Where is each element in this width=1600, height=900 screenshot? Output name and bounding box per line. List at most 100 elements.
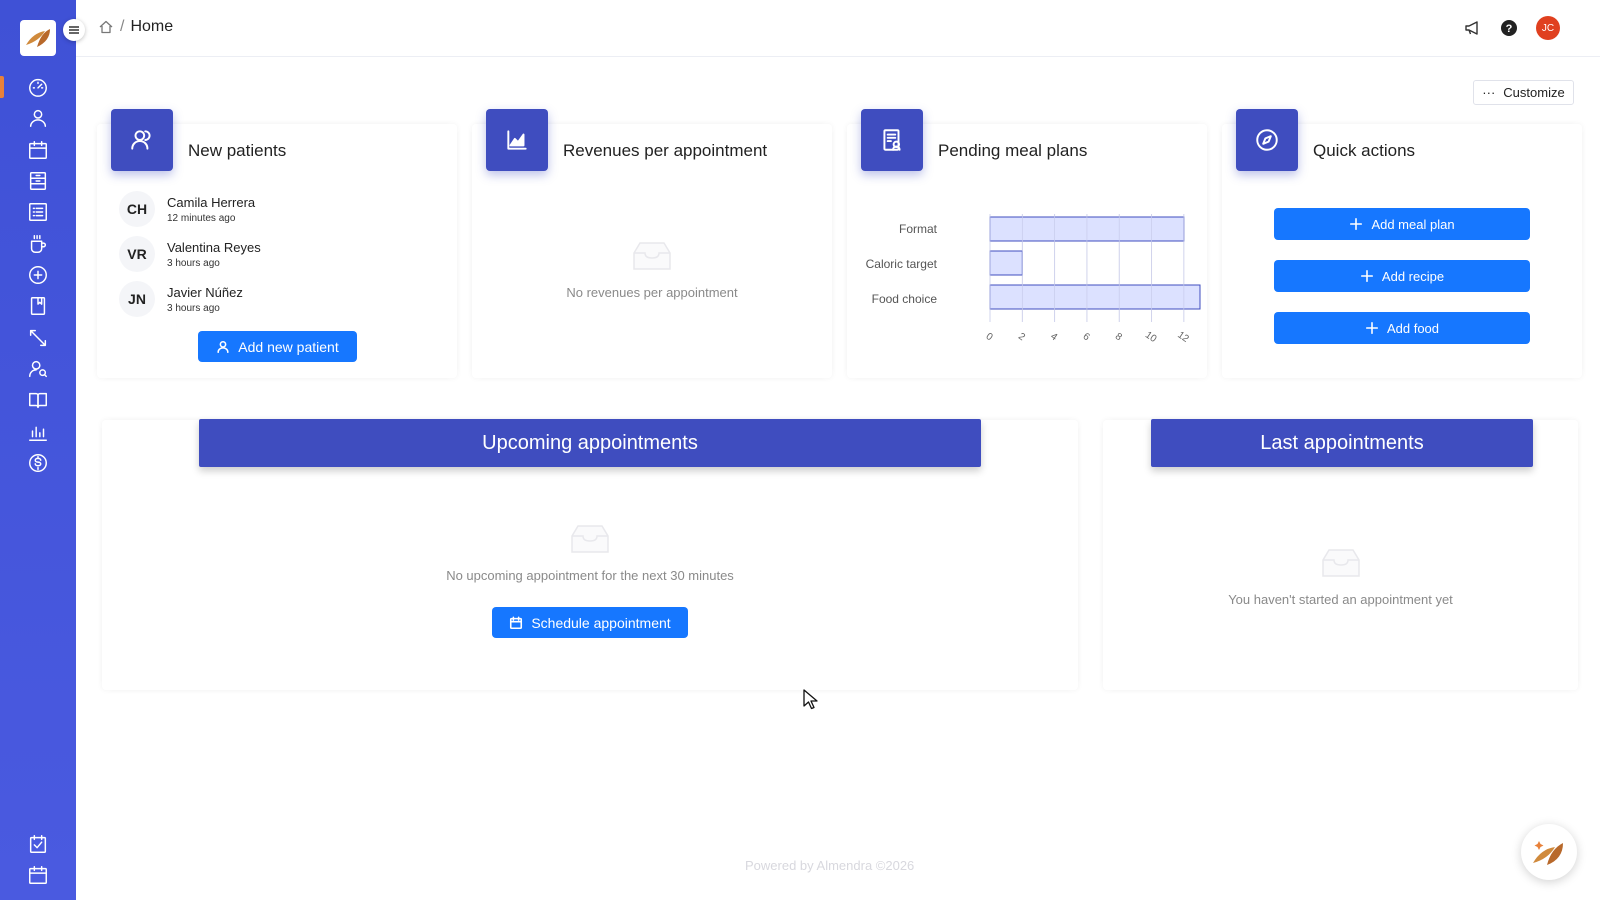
add-circle-icon[interactable] — [26, 263, 50, 287]
button-label: Add meal plan — [1371, 216, 1455, 232]
meal-plans-card: Pending meal plans Format Caloric target… — [847, 109, 1207, 378]
patient-name: Camila Herrera — [167, 194, 256, 210]
chart-tick-label: 12 — [1175, 330, 1191, 346]
chart-category-label: Caloric target — [865, 257, 937, 271]
meal-plans-bar-chart: 0 2 4 6 8 10 12 — [985, 214, 1201, 346]
chart-tick-label: 10 — [1143, 330, 1159, 346]
compass-card-icon — [1236, 109, 1298, 171]
almond-sparkle-icon — [1533, 841, 1563, 865]
empty-text: No upcoming appointment for the next 30 … — [446, 568, 734, 583]
footer-text: Powered by Almendra ©2026 — [745, 858, 915, 873]
add-food-button[interactable]: Add food — [1274, 312, 1530, 344]
add-meal-plan-button[interactable]: Add meal plan — [1274, 208, 1530, 240]
megaphone-icon[interactable] — [1464, 19, 1482, 37]
mug-icon[interactable] — [26, 232, 50, 256]
help-icon[interactable]: ? — [1500, 19, 1518, 37]
calendar-icon[interactable] — [26, 138, 50, 162]
chart-tick-label: 4 — [1048, 331, 1059, 343]
empty-inbox-icon — [1321, 549, 1360, 577]
button-label: Add food — [1386, 320, 1440, 336]
plus-icon — [1365, 321, 1379, 335]
active-nav-marker — [0, 76, 4, 98]
card-title: Quick actions — [1313, 141, 1416, 160]
chart-tick-label: 2 — [1016, 331, 1027, 343]
patients-icon[interactable] — [26, 106, 50, 130]
plus-icon — [1360, 269, 1373, 283]
empty-inbox-icon — [571, 525, 609, 553]
dollar-icon[interactable] — [26, 451, 50, 475]
empty-text: No revenues per appointment — [566, 285, 738, 300]
sidebar — [0, 0, 76, 900]
home-icon[interactable] — [98, 19, 114, 35]
patient-time: 3 hours ago — [167, 257, 220, 269]
patients-card-icon — [111, 109, 173, 171]
patient-avatar: CH — [119, 191, 155, 227]
patient-list-item[interactable]: VR Valentina Reyes 3 hours ago — [119, 236, 261, 272]
bar-chart-icon[interactable] — [26, 420, 50, 444]
empty-state: No revenues per appointment — [472, 239, 832, 300]
empty-text: You haven't started an appointment yet — [1228, 592, 1453, 607]
list-icon[interactable] — [26, 200, 50, 224]
ruler-icon[interactable] — [26, 326, 50, 350]
user-add-icon — [217, 340, 229, 353]
new-patients-card: New patients CH Camila Herrera 12 minute… — [97, 109, 457, 378]
dashboard-icon[interactable] — [26, 75, 50, 99]
button-label: Schedule appointment — [531, 614, 671, 631]
meal-plan-card-icon — [861, 109, 923, 171]
last-appointments-panel: Last appointments You haven't started an… — [1103, 419, 1578, 690]
quick-actions-card: Quick actions Add meal plan Add recipe A… — [1222, 109, 1582, 378]
more-dots-icon: ··· — [1482, 85, 1496, 100]
breadcrumb: / Home — [98, 18, 173, 36]
plus-icon — [1350, 217, 1363, 231]
upcoming-appointments-panel: Upcoming appointments No upcoming appoin… — [102, 419, 1078, 690]
book-icon[interactable] — [26, 388, 50, 412]
button-label: Add new patient — [238, 338, 339, 355]
chart-category-label: Food choice — [871, 292, 937, 306]
breadcrumb-current: Home — [130, 18, 174, 35]
card-title: Revenues per appointment — [563, 141, 768, 160]
add-new-patient-button[interactable]: Add new patient — [198, 331, 357, 362]
add-recipe-button[interactable]: Add recipe — [1274, 260, 1530, 292]
schedule-appointment-button[interactable]: Schedule appointment — [492, 607, 688, 638]
customize-label: Customize — [1503, 85, 1565, 100]
patient-list-item[interactable]: CH Camila Herrera 12 minutes ago — [119, 191, 255, 227]
chart-category-label: Format — [898, 222, 937, 236]
calendar-bottom-icon[interactable] — [26, 863, 50, 887]
task-checklist-icon[interactable] — [26, 832, 50, 856]
patient-list-item[interactable]: JN Javier Núñez 3 hours ago — [119, 281, 243, 317]
user-search-icon[interactable] — [26, 357, 50, 381]
empty-inbox-icon — [633, 242, 671, 270]
bookmark-icon[interactable] — [26, 294, 50, 318]
empty-state: You haven't started an appointment yet — [1103, 546, 1578, 607]
almendra-logo[interactable] — [20, 20, 56, 56]
archive-icon[interactable] — [26, 169, 50, 193]
area-chart-card-icon — [486, 109, 548, 171]
panel-header: Upcoming appointments — [199, 419, 981, 467]
button-label: Add recipe — [1381, 268, 1445, 284]
chart-tick-label: 6 — [1081, 331, 1092, 343]
top-header: / Home ? JC — [76, 0, 1600, 57]
chart-bar[interactable] — [989, 284, 1201, 310]
patient-name: Valentina Reyes — [167, 239, 261, 255]
chart-tick-label: 0 — [985, 331, 995, 343]
patient-time: 3 hours ago — [167, 302, 220, 314]
user-avatar[interactable]: JC — [1536, 16, 1560, 40]
header-actions: ? JC — [1464, 16, 1560, 40]
patient-avatar: VR — [119, 236, 155, 272]
chart-tick-label: 8 — [1113, 331, 1124, 343]
assistant-button[interactable] — [1521, 824, 1577, 880]
chart-bar[interactable] — [989, 250, 1023, 276]
svg-text:?: ? — [1506, 23, 1513, 35]
patient-time: 12 minutes ago — [167, 212, 236, 224]
almond-logo-icon — [26, 29, 50, 47]
empty-state: No upcoming appointment for the next 30 … — [102, 522, 1078, 583]
panel-header: Last appointments — [1151, 419, 1533, 467]
customize-button[interactable]: ··· Customize — [1473, 80, 1574, 105]
mouse-cursor-icon — [803, 689, 818, 710]
patient-avatar: JN — [119, 281, 155, 317]
patient-name: Javier Núñez — [167, 284, 243, 300]
revenues-card: Revenues per appointment No revenues per… — [472, 109, 832, 378]
card-title: Pending meal plans — [938, 141, 1088, 160]
card-title: New patients — [188, 141, 287, 160]
breadcrumb-separator: / — [120, 18, 125, 35]
